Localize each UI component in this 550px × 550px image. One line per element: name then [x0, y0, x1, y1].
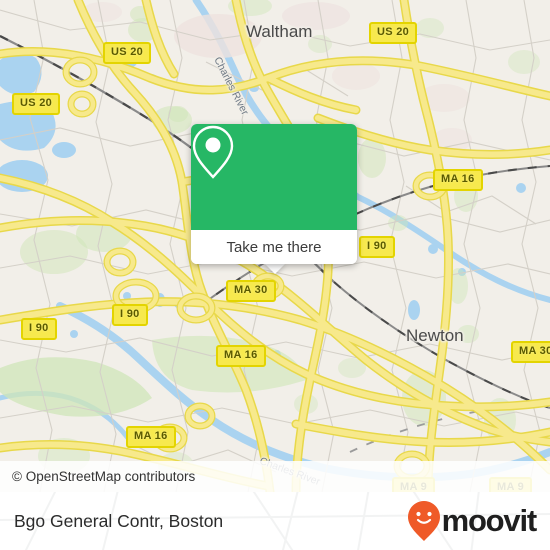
place-title: Bgo General Contr, Boston — [14, 510, 224, 531]
footer-bar: Bgo General Contr, Boston moovit — [0, 492, 550, 550]
popup-header — [191, 124, 357, 230]
moovit-wordmark: moovit — [441, 503, 538, 538]
popup-pointer-tail — [264, 263, 286, 274]
take-me-there-label: Take me there — [226, 238, 322, 256]
moovit-smiley-pin-icon — [407, 501, 440, 541]
route-shield-i-90-b[interactable]: I 90 — [112, 304, 148, 326]
route-shield-ma-16-a[interactable]: MA 16 — [433, 169, 483, 191]
moovit-brand[interactable]: moovit — [407, 500, 550, 542]
map-attribution-bar: © OpenStreetMap contributors — [0, 461, 550, 492]
route-shield-us-20-b[interactable]: US 20 — [369, 22, 418, 44]
place-label-newton: Newton — [406, 326, 464, 345]
route-shield-ma-16-c[interactable]: MA 16 — [126, 426, 176, 448]
map-pin-icon — [192, 125, 234, 179]
screenshot-root: Waltham Newton Charles River Charles Riv… — [0, 0, 550, 550]
route-shield-us-20-c[interactable]: US 20 — [12, 93, 61, 115]
popup-action-row[interactable]: Take me there — [191, 230, 357, 264]
route-shield-us-20-a[interactable]: US 20 — [103, 42, 152, 64]
route-shield-i-90-a[interactable]: I 90 — [359, 236, 395, 258]
route-shield-i-90-c[interactable]: I 90 — [21, 318, 57, 340]
route-shield-ma-30-b[interactable]: MA 30 — [511, 341, 550, 363]
route-shield-ma-30-a[interactable]: MA 30 — [226, 280, 276, 302]
place-label-waltham: Waltham — [246, 22, 313, 41]
route-shield-ma-16-b[interactable]: MA 16 — [216, 345, 266, 367]
attribution-text[interactable]: © OpenStreetMap contributors — [0, 469, 195, 484]
location-popup-card[interactable]: Take me there — [191, 124, 357, 264]
map-canvas[interactable]: Waltham Newton Charles River Charles Riv… — [0, 0, 550, 492]
